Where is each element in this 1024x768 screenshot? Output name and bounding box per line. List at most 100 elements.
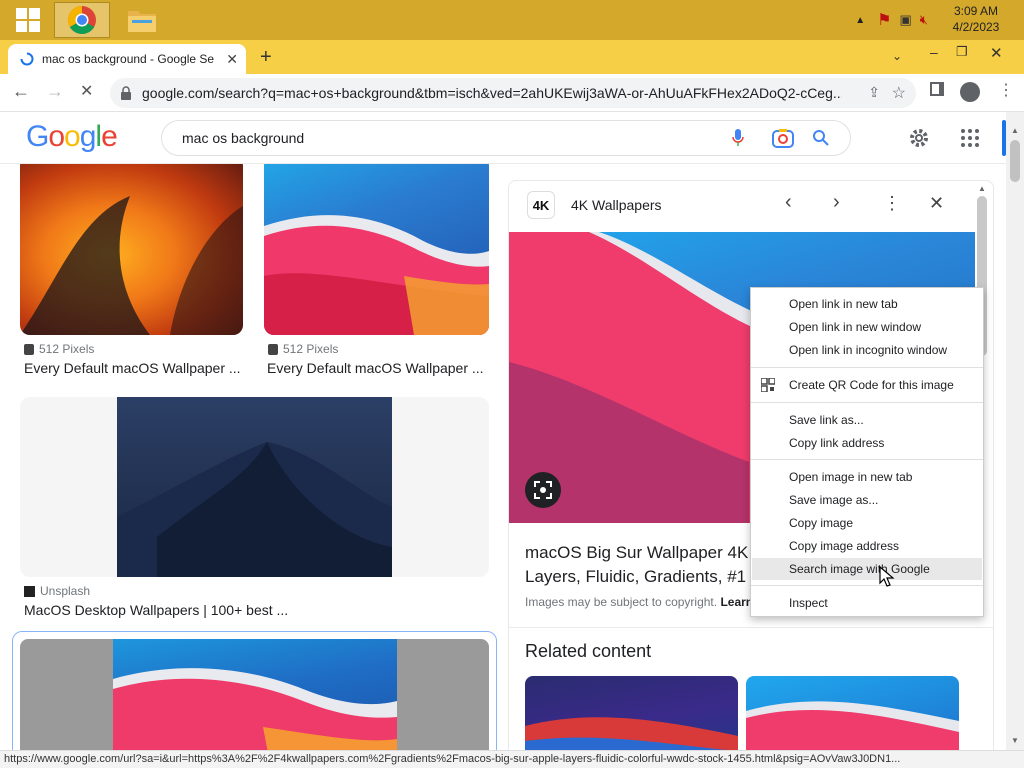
context-menu: Open link in new tab Open link in new wi… <box>750 287 984 617</box>
result-image-orange-petals[interactable] <box>20 164 243 335</box>
menu-item-open-link-new-window[interactable]: Open link in new window <box>789 316 921 338</box>
menu-item-open-link-new-tab[interactable]: Open link in new tab <box>789 293 898 315</box>
back-button[interactable]: ← <box>12 81 30 102</box>
page-scroll-up-icon[interactable]: ▲ <box>1011 126 1019 135</box>
tab-google-search[interactable]: mac os background - Google Se ✕ <box>8 44 246 74</box>
windows-start-button[interactable] <box>0 2 56 38</box>
close-panel-icon[interactable]: ✕ <box>929 193 944 214</box>
result-image-big-sur-2 <box>20 639 489 750</box>
tab-close-icon[interactable]: ✕ <box>226 51 238 68</box>
image-title-line1: macOS Big Sur Wallpaper 4K <box>525 543 749 562</box>
google-header: Google mac os background <box>0 112 1006 164</box>
mouse-pointer-icon <box>879 566 895 587</box>
copyright-text: Images may be subject to copyright. <box>525 595 718 609</box>
result-image-dune <box>117 397 392 577</box>
google-logo[interactable]: Google <box>26 120 118 154</box>
menu-item-inspect[interactable]: Inspect <box>789 592 828 614</box>
previous-image-button[interactable]: ‹ <box>785 191 792 214</box>
taskbar-file-explorer-button[interactable] <box>114 2 170 38</box>
site-name[interactable]: 4K Wallpapers <box>571 197 662 213</box>
site-logo-icon: 4K <box>527 191 555 219</box>
flag-icon[interactable]: ⚑ <box>877 10 891 30</box>
network-icon[interactable]: ▣ <box>900 12 912 28</box>
tray-overflow-chevron-icon[interactable]: ▲ <box>855 15 865 26</box>
menu-item-save-link-as[interactable]: Save link as... <box>789 409 864 431</box>
side-panel-icon[interactable] <box>930 82 944 96</box>
windows-logo-icon <box>16 8 40 32</box>
orange-petals-art <box>20 196 243 335</box>
menu-separator <box>751 585 983 586</box>
related-image-1[interactable] <box>525 676 738 750</box>
tab-search-chevron-icon[interactable]: ⌄ <box>892 49 902 63</box>
menu-item-copy-link-address[interactable]: Copy link address <box>789 432 884 454</box>
related-art-1 <box>525 717 738 750</box>
taskbar-clock[interactable]: 3:09 AM 4/2/2023 <box>948 3 1004 35</box>
result-title[interactable]: Every Default macOS Wallpaper ... <box>267 360 487 376</box>
divider <box>509 627 993 628</box>
big-sur-waves-art <box>264 215 489 335</box>
search-box[interactable]: mac os background <box>161 120 851 156</box>
google-lens-icon[interactable] <box>772 128 794 148</box>
share-icon[interactable]: ⇪ <box>868 84 880 101</box>
menu-item-open-image-new-tab[interactable]: Open image in new tab <box>789 466 912 488</box>
restore-button[interactable]: ❐ <box>956 44 968 60</box>
status-bar-link-preview: https://www.google.com/url?sa=i&url=http… <box>0 750 1024 768</box>
google-apps-icon[interactable] <box>961 129 979 147</box>
result-source-name: Unsplash <box>40 584 91 598</box>
menu-item-copy-image[interactable]: Copy image <box>789 512 853 534</box>
scroll-up-arrow-icon[interactable]: ▲ <box>978 184 986 193</box>
menu-item-open-link-incognito[interactable]: Open link in incognito window <box>789 339 947 361</box>
next-image-button[interactable]: › <box>833 191 840 214</box>
result-selected-outline[interactable] <box>12 631 497 750</box>
more-options-icon[interactable]: ⋮ <box>883 193 901 214</box>
big-sur-waves-art <box>113 668 397 750</box>
taskbar-chrome-button[interactable] <box>54 2 110 38</box>
search-query-text: mac os background <box>182 130 305 146</box>
lock-icon <box>121 86 131 100</box>
menu-item-search-image-with-google[interactable]: Search image with Google <box>789 558 930 580</box>
result-source[interactable]: 512 Pixels <box>24 342 94 356</box>
url-text: google.com/search?q=mac+os+background&tb… <box>142 85 842 101</box>
volume-muted-icon[interactable]: 🔇︎ <box>920 12 928 28</box>
microphone-icon[interactable] <box>732 129 744 147</box>
menu-separator <box>751 402 983 403</box>
learn-more-link[interactable]: Learn <box>720 595 753 609</box>
result-image-big-sur-1[interactable] <box>264 164 489 335</box>
result-title[interactable]: MacOS Desktop Wallpapers | 100+ best ... <box>24 602 484 618</box>
site-favicon-icon <box>24 585 35 597</box>
windows-taskbar: ▲ ⚑ ▣ 🔇︎ 3:09 AM 4/2/2023 <box>0 0 1024 40</box>
stop-loading-button[interactable]: ✕ <box>80 81 93 101</box>
image-title[interactable]: macOS Big Sur Wallpaper 4K Layers, Fluid… <box>525 541 748 589</box>
chrome-menu-icon[interactable]: ⋮ <box>998 80 1014 100</box>
folder-icon <box>128 11 156 32</box>
page-scroll-down-icon[interactable]: ▼ <box>1011 736 1019 745</box>
loading-spinner-icon <box>20 52 34 66</box>
page-scroll-thumb[interactable] <box>1010 140 1020 182</box>
menu-item-save-image-as[interactable]: Save image as... <box>789 489 878 511</box>
result-source-name: 512 Pixels <box>283 342 339 356</box>
qr-code-icon <box>761 378 775 392</box>
settings-gear-icon[interactable] <box>908 127 930 149</box>
related-content-heading: Related content <box>525 641 652 661</box>
menu-item-copy-image-address[interactable]: Copy image address <box>789 535 899 557</box>
minimize-button[interactable]: – <box>930 44 938 60</box>
clock-date: 4/2/2023 <box>952 20 1000 34</box>
result-title[interactable]: Every Default macOS Wallpaper ... <box>24 360 244 376</box>
window-close-button[interactable]: ✕ <box>990 44 1003 62</box>
profile-avatar[interactable] <box>960 82 980 102</box>
result-source-name: 512 Pixels <box>39 342 95 356</box>
page-scrollbar[interactable]: ▲ ▼ <box>1006 112 1024 750</box>
result-source[interactable]: 512 Pixels <box>268 342 338 356</box>
bookmark-star-icon[interactable]: ☆ <box>892 83 906 103</box>
result-source[interactable]: Unsplash <box>24 584 90 598</box>
search-icon[interactable] <box>812 129 830 147</box>
menu-item-create-qr-code[interactable]: Create QR Code for this image <box>789 374 954 396</box>
new-tab-button[interactable]: + <box>260 46 272 69</box>
address-bar[interactable]: google.com/search?q=mac+os+background&tb… <box>110 78 916 108</box>
related-image-2[interactable] <box>746 676 959 750</box>
result-image-dune-frame[interactable] <box>20 397 489 577</box>
lens-search-button[interactable] <box>525 472 561 508</box>
chrome-icon <box>68 6 96 34</box>
forward-button[interactable]: → <box>46 81 64 102</box>
dune-art <box>117 442 392 577</box>
